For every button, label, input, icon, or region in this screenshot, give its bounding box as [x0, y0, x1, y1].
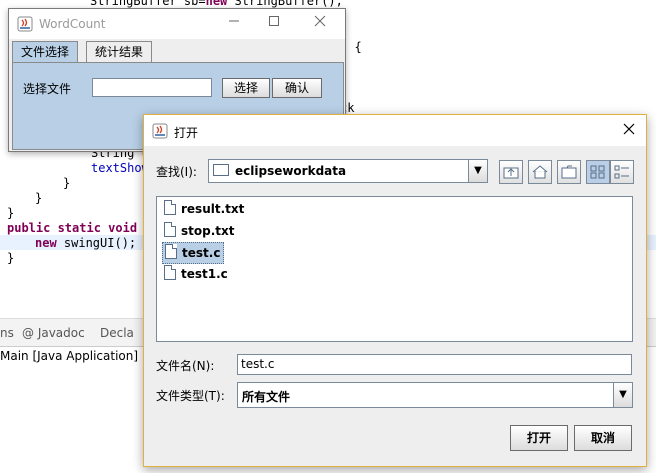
- console-line: Main [Java Application] D: [0, 349, 152, 363]
- details-view-icon: [614, 165, 629, 179]
- code-line-7: }: [35, 191, 43, 205]
- tab-declaration[interactable]: Decla: [100, 326, 134, 340]
- file-name-value: test.c: [241, 357, 275, 371]
- dialog-body: 查找(I): eclipseworkdata ▼ result.txt stop…: [144, 146, 646, 466]
- file-type-value: 所有文件: [242, 390, 291, 404]
- dialog-titlebar[interactable]: 打开: [144, 115, 646, 146]
- list-view-icon: [590, 165, 605, 179]
- maximize-icon: [269, 16, 279, 26]
- up-folder-icon: [503, 167, 519, 179]
- file-name-input[interactable]: test.c: [237, 354, 632, 375]
- close-button[interactable]: [310, 14, 330, 34]
- dialog-close-button[interactable]: [622, 122, 636, 140]
- code-line-6: }: [63, 176, 71, 190]
- file-name: result.txt: [181, 202, 245, 216]
- code-line-10: new swingUI();: [35, 236, 137, 250]
- file-path-input[interactable]: [92, 78, 212, 97]
- minimize-button[interactable]: [224, 14, 244, 34]
- maximize-button[interactable]: [264, 14, 284, 34]
- home-icon: [532, 165, 548, 179]
- list-item[interactable]: result.txt: [162, 199, 247, 219]
- file-label: 选择文件: [23, 82, 72, 96]
- list-view-button[interactable]: [586, 160, 610, 184]
- details-view-button[interactable]: [610, 160, 634, 184]
- home-button[interactable]: [528, 160, 552, 184]
- file-name: test1.c: [181, 267, 228, 281]
- look-in-value: eclipseworkdata: [235, 164, 347, 178]
- file-icon: [164, 222, 176, 237]
- file-icon: [164, 265, 176, 280]
- tab-file-select[interactable]: 文件选择: [12, 41, 79, 62]
- open-file-dialog: 打开 查找(I): eclipseworkdata ▼ result.txt s…: [143, 114, 647, 467]
- list-item-selected[interactable]: test.c: [162, 242, 225, 264]
- file-name: stop.txt: [181, 224, 235, 238]
- open-button[interactable]: 打开: [510, 425, 568, 451]
- code-line-11: }: [7, 251, 15, 265]
- close-icon: [623, 123, 635, 135]
- dialog-title: 打开: [174, 126, 199, 140]
- cancel-button[interactable]: 取消: [574, 425, 632, 451]
- file-name: test.c: [182, 246, 221, 260]
- new-folder-button[interactable]: [557, 160, 581, 184]
- confirm-button[interactable]: 确认: [272, 78, 322, 98]
- look-in-value-wrap: eclipseworkdata: [213, 164, 346, 178]
- look-in-label: 查找(I):: [156, 165, 197, 179]
- tab-statistics[interactable]: 统计结果: [86, 41, 153, 62]
- file-icon: [164, 200, 176, 215]
- code-line-8: }: [7, 206, 15, 220]
- tab-javadoc[interactable]: @ Javadoc: [22, 326, 85, 340]
- select-button[interactable]: 选择: [222, 78, 270, 98]
- chevron-down-icon[interactable]: ▼: [468, 160, 487, 182]
- wordcount-titlebar[interactable]: WordCount: [9, 9, 345, 39]
- java-app-icon: [17, 16, 33, 32]
- tab-problems[interactable]: ns: [0, 326, 14, 340]
- java-app-icon: [152, 123, 168, 139]
- wordcount-title: WordCount: [39, 17, 106, 31]
- up-folder-button[interactable]: [499, 160, 523, 184]
- file-list[interactable]: result.txt stop.txt test.c test1.c: [156, 196, 633, 342]
- code-line-9: public static void m: [7, 221, 152, 235]
- look-in-combo[interactable]: eclipseworkdata ▼: [208, 159, 488, 183]
- new-folder-icon: [561, 165, 577, 179]
- minimize-icon: [229, 20, 239, 22]
- chevron-down-icon[interactable]: ▼: [613, 383, 632, 407]
- code-line-5: textShow: [91, 161, 149, 175]
- folder-icon: [213, 164, 229, 176]
- list-item[interactable]: stop.txt: [162, 221, 237, 241]
- file-type-combo[interactable]: 所有文件 ▼: [237, 382, 633, 408]
- file-name-label: 文件名(N):: [156, 359, 215, 373]
- list-item[interactable]: test1.c: [162, 264, 231, 284]
- file-icon: [165, 244, 177, 259]
- close-icon: [314, 15, 326, 27]
- file-type-label: 文件类型(T):: [156, 389, 225, 403]
